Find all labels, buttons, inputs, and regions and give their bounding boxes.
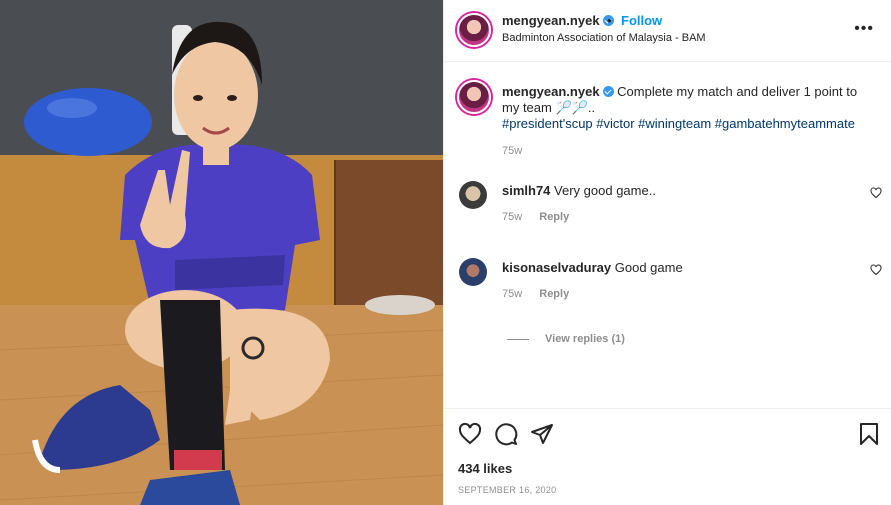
commenter-avatar[interactable] [459,258,487,286]
caption-hashtags[interactable]: #president'scup #victor #winingteam #gam… [502,116,855,131]
comment-meta: 75w Reply [502,288,583,300]
commenter-username[interactable]: simlh74 [502,183,550,198]
caption-timestamp[interactable]: 75w [502,145,522,157]
post-header: mengyean.nyek • Follow Badminton Associa… [444,0,891,62]
comment-item: kisonaselvaduray Good game 75w Reply [444,258,891,318]
caption-username[interactable]: mengyean.nyek [502,84,600,99]
more-icon[interactable]: ••• [854,20,874,38]
separator-dot: • [607,13,612,28]
post-date[interactable]: SEPTEMBER 16, 2020 [458,485,556,495]
comment-timestamp[interactable]: 75w [502,211,522,223]
comment-item: simlh74 Very good game.. 75w Reply [444,181,891,241]
post-actions: 434 likes SEPTEMBER 16, 2020 [444,408,891,505]
comment-timestamp[interactable]: 75w [502,288,522,300]
author-username[interactable]: mengyean.nyek [502,13,614,28]
caption: mengyean.nyek Complete my match and deli… [502,84,872,132]
commenter-username[interactable]: kisonaselvaduray [502,260,611,275]
comment-icon[interactable] [494,422,518,446]
comment-meta: 75w Reply [502,211,583,223]
comment-text: simlh74 Very good game.. [502,183,656,198]
heart-icon[interactable] [458,422,482,446]
caption-avatar[interactable] [457,80,491,114]
heart-icon[interactable] [870,264,882,276]
location-link[interactable]: Badminton Association of Malaysia - BAM [502,32,706,44]
instagram-post: mengyean.nyek • Follow Badminton Associa… [0,0,891,505]
reply-button[interactable]: Reply [539,211,569,223]
post-details-panel: mengyean.nyek • Follow Badminton Associa… [443,0,891,505]
author-avatar[interactable] [457,13,491,47]
follow-button[interactable]: Follow [621,13,662,28]
comment-text: kisonaselvaduray Good game [502,260,683,275]
post-photo[interactable] [0,0,443,505]
view-replies-button[interactable]: View replies (1) [507,333,625,345]
bookmark-icon[interactable] [858,422,880,446]
reply-button[interactable]: Reply [539,288,569,300]
verified-icon [602,86,614,97]
commenter-avatar[interactable] [459,181,487,209]
share-icon[interactable] [530,422,554,446]
likes-count[interactable]: 434 likes [458,461,512,476]
heart-icon[interactable] [870,187,882,199]
